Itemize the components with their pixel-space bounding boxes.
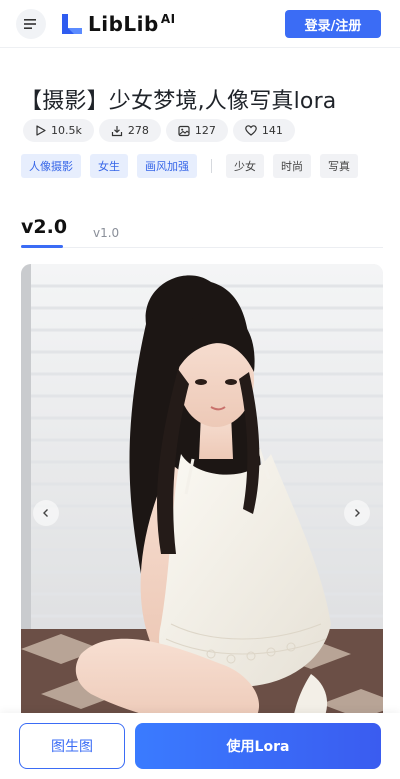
- liblib-logo[interactable]: LibLib AI: [60, 10, 176, 38]
- image-to-image-button[interactable]: 图生图: [19, 723, 125, 769]
- stat-downloads-value: 278: [127, 124, 149, 137]
- tag-girl[interactable]: 女生: [90, 154, 128, 178]
- tag-fashion[interactable]: 时尚: [273, 154, 311, 178]
- model-stats: 10.5k 278 127 141: [23, 119, 295, 142]
- tag-style-enhance[interactable]: 画风加强: [137, 154, 197, 178]
- stat-runs-value: 10.5k: [51, 124, 82, 137]
- logo-text: LibLib AI: [88, 12, 176, 36]
- stat-likes[interactable]: 141: [232, 119, 295, 142]
- stat-likes-value: 141: [261, 124, 283, 137]
- hamburger-icon: [24, 15, 38, 34]
- active-tab-indicator: [21, 245, 63, 248]
- carousel-next-button[interactable]: [344, 500, 370, 526]
- tab-version-inactive[interactable]: v1.0: [93, 226, 119, 240]
- image-icon: [178, 125, 190, 136]
- download-icon: [111, 125, 122, 136]
- tab-version-active[interactable]: v2.0: [21, 216, 67, 238]
- chevron-right-icon: [355, 509, 360, 517]
- stat-images: 127: [165, 119, 228, 142]
- version-tabs: v2.0 v1.0: [21, 212, 383, 248]
- image-carousel[interactable]: [21, 264, 383, 734]
- carousel-prev-button[interactable]: [33, 500, 59, 526]
- tag-list: 人像摄影 女生 画风加强 少女 时尚 写真: [21, 154, 358, 178]
- tag-young-girl[interactable]: 少女: [226, 154, 264, 178]
- logo-mark-icon: [62, 14, 82, 34]
- tag-portrait-photography[interactable]: 人像摄影: [21, 154, 81, 178]
- menu-button[interactable]: [16, 9, 46, 39]
- stat-downloads: 278: [98, 119, 161, 142]
- tag-divider: [211, 159, 212, 173]
- heart-icon: [245, 125, 257, 136]
- chevron-left-icon: [43, 509, 48, 517]
- top-bar: LibLib AI 登录/注册: [0, 0, 400, 48]
- bottom-action-bar: 图生图 使用Lora: [0, 713, 400, 779]
- stat-images-value: 127: [194, 124, 216, 137]
- use-lora-button[interactable]: 使用Lora: [135, 723, 381, 769]
- play-icon: [36, 125, 46, 136]
- model-title: 【摄影】少女梦境,人像写真lora: [20, 89, 337, 114]
- login-register-button[interactable]: 登录/注册: [285, 10, 381, 38]
- stat-runs: 10.5k: [23, 119, 94, 142]
- sample-photo: [21, 264, 383, 734]
- tag-portrait[interactable]: 写真: [320, 154, 358, 178]
